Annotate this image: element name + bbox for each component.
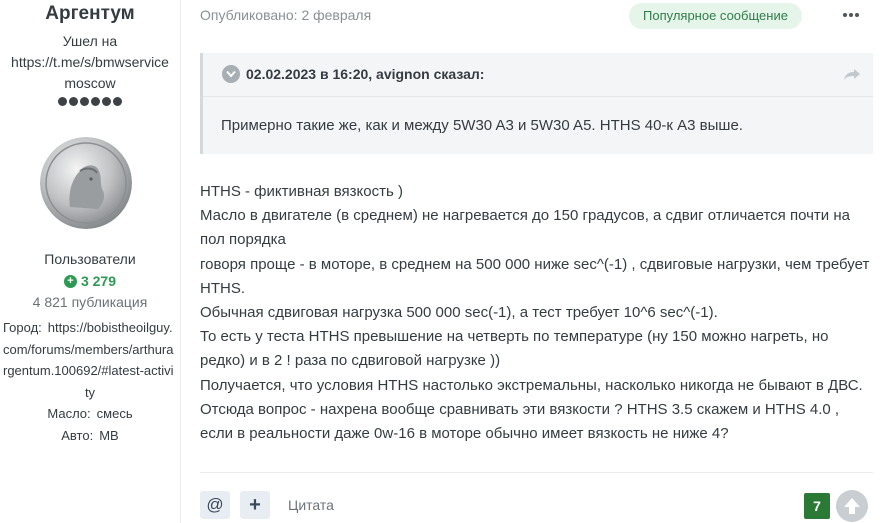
quote-citation[interactable]: 02.02.2023 в 16:20, avignon сказал: [246, 66, 484, 82]
reputation: + 3 279 [0, 273, 180, 289]
profile-field-value: MB [99, 427, 119, 443]
post-paragraph: HTHS - фиктивная вязкость ) [200, 183, 403, 200]
arrow-up-icon[interactable] [836, 490, 868, 522]
post-paragraph: Получается, что условия HTHS настолько э… [200, 376, 863, 443]
rank-pip [113, 97, 122, 106]
quote-block: 02.02.2023 в 16:20, avignon сказал: Прим… [200, 53, 873, 154]
rank-pip [69, 97, 78, 106]
reaction-score[interactable]: 7 [804, 493, 830, 519]
post-paragraph: Масло в двигателе (в среднем) не нагрева… [200, 207, 850, 249]
profile-field-oil: Масло: смесь [3, 403, 177, 425]
author-name[interactable]: Аргентум [0, 3, 180, 25]
quote-header: 02.02.2023 в 16:20, avignon сказал: [203, 53, 873, 97]
profile-fields: Город: https://bobistheoilguy.com/forums/… [3, 317, 177, 446]
rank-pip [80, 97, 89, 106]
rank-pips [0, 97, 180, 106]
user-group: Пользователи [44, 251, 136, 267]
reputation-value: 3 279 [80, 273, 117, 289]
post-count[interactable]: 4 821 публикация [0, 294, 180, 310]
profile-field-label: Масло: [47, 406, 91, 421]
profile-field-value: смесь [96, 406, 133, 421]
more-dots-icon[interactable] [843, 13, 859, 17]
profile-field-label: Город: [3, 320, 42, 335]
author-status-line: moscow [64, 75, 116, 91]
post-content: HTHS - фиктивная вязкость ) Масло в двиг… [200, 180, 876, 446]
post-paragraph: говоря проще - в моторе, в среднем на 50… [200, 255, 870, 297]
rank-pip [91, 97, 100, 106]
author-status-line: https://t.me/s/bmwservice [11, 54, 169, 70]
quote-text: Примерно такие же, как и между 5W30 A3 и… [221, 117, 743, 134]
profile-field-city: Город: https://bobistheoilguy.com/forums/… [3, 317, 177, 403]
rank-pip [58, 97, 67, 106]
profile-field-car: Авто: MB [3, 425, 177, 447]
author-status-line: Ушел на [62, 33, 118, 49]
multiquote-button[interactable]: + [240, 491, 270, 519]
column-divider [180, 0, 181, 523]
author-panel: Аргентум Ушел на https://t.me/s/bmwservi… [0, 0, 180, 523]
post-paragraph: Обычная сдвиговая нагрузка 500 000 sec(-… [200, 304, 718, 322]
profile-field-label: Авто: [61, 427, 94, 443]
author-status: Ушел на https://t.me/s/bmwservice moscow [0, 31, 180, 94]
plus-circle-icon: + [63, 274, 77, 288]
footer-divider [200, 472, 873, 473]
coin-avatar-image [40, 137, 132, 229]
avatar[interactable] [40, 137, 132, 229]
chevron-down-icon[interactable] [222, 65, 240, 83]
rank-pip [102, 97, 111, 106]
share-arrow-icon[interactable] [844, 68, 860, 86]
popular-badge: Популярное сообщение [629, 3, 802, 29]
post-paragraph: То есть у теста HTHS превышение на четве… [200, 328, 829, 370]
quote-button[interactable]: Цитата [288, 497, 334, 513]
mention-button[interactable]: @ [200, 491, 230, 519]
post-date[interactable]: Опубликовано: 2 февраля [200, 7, 371, 23]
